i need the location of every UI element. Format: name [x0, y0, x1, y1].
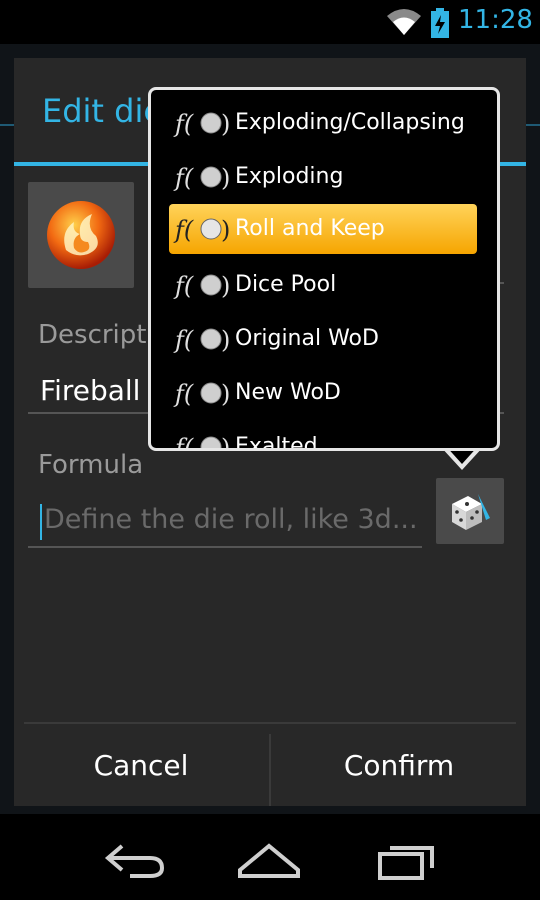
- formula-fx-icon: f( ): [173, 164, 229, 192]
- cancel-button[interactable]: Cancel: [14, 724, 268, 806]
- menu-item-exploding-collapsing[interactable]: f( ) Exploding/Collapsing: [169, 98, 477, 148]
- svg-text:f(: f(: [173, 380, 194, 408]
- menu-item-label: Dice Pool: [235, 272, 337, 297]
- dialog-title: Edit die: [42, 92, 164, 130]
- formula-fx-icon: f( ): [173, 272, 229, 300]
- menu-item-label: Exploding: [235, 164, 344, 189]
- formula-input[interactable]: Define the die roll, like 3d...: [28, 498, 422, 548]
- back-icon[interactable]: [100, 836, 170, 882]
- svg-text:): ): [221, 110, 229, 138]
- wifi-icon: [387, 9, 421, 35]
- menu-item-new-wod[interactable]: f( ) New WoD: [169, 368, 477, 418]
- formula-fx-icon: f( ): [173, 380, 229, 408]
- confirm-button[interactable]: Confirm: [272, 724, 526, 806]
- battery-charging-icon: [431, 8, 449, 38]
- svg-text:f(: f(: [173, 434, 194, 451]
- dice-icon: [452, 494, 490, 530]
- menu-item-label: Exalted: [235, 434, 318, 451]
- menu-item-label: New WoD: [235, 380, 341, 405]
- svg-text:): ): [221, 216, 229, 244]
- formula-picker-button[interactable]: [436, 478, 504, 544]
- menu-item-roll-and-keep[interactable]: f( ) Roll and Keep: [169, 204, 477, 254]
- svg-text:f(: f(: [173, 164, 194, 192]
- menu-item-label: Original WoD: [235, 326, 379, 351]
- formula-fx-icon: f( ): [173, 326, 229, 354]
- svg-text:f(: f(: [173, 216, 194, 244]
- navigation-bar: [0, 814, 540, 900]
- recent-apps-icon[interactable]: [372, 836, 442, 882]
- menu-item-label: Exploding/Collapsing: [235, 110, 465, 135]
- formula-label: Formula: [38, 450, 144, 480]
- formula-fx-icon: f( ): [173, 110, 229, 138]
- menu-item-label: Roll and Keep: [235, 216, 385, 241]
- svg-text:): ): [221, 434, 229, 451]
- formula-placeholder: Define the die roll, like 3d...: [44, 504, 418, 535]
- description-field[interactable]: Fireball: [40, 374, 140, 407]
- status-bar: 11:28: [0, 0, 540, 44]
- menu-item-dice-pool[interactable]: f( ) Dice Pool: [169, 260, 477, 310]
- text-cursor: [40, 504, 42, 540]
- clock: 11:28: [458, 5, 533, 35]
- svg-text:): ): [221, 272, 229, 300]
- svg-text:f(: f(: [173, 272, 194, 300]
- menu-item-exploding[interactable]: f( ) Exploding: [169, 152, 477, 202]
- formula-fx-icon: f( ): [173, 216, 229, 244]
- svg-text:f(: f(: [173, 326, 194, 354]
- fireball-icon: [47, 201, 115, 269]
- svg-text:): ): [221, 164, 229, 192]
- menu-item-original-wod[interactable]: f( ) Original WoD: [169, 314, 477, 364]
- svg-text:): ): [221, 380, 229, 408]
- formula-type-popup: f( ) Exploding/Collapsing f( ) Exploding…: [148, 87, 500, 451]
- svg-text:): ): [221, 326, 229, 354]
- menu-item-exalted[interactable]: f( ) Exalted: [169, 422, 477, 451]
- formula-fx-icon: f( ): [173, 434, 229, 451]
- svg-text:f(: f(: [173, 110, 194, 138]
- die-icon-button[interactable]: [28, 182, 134, 288]
- home-icon[interactable]: [234, 836, 304, 882]
- buttons-separator: [269, 734, 271, 806]
